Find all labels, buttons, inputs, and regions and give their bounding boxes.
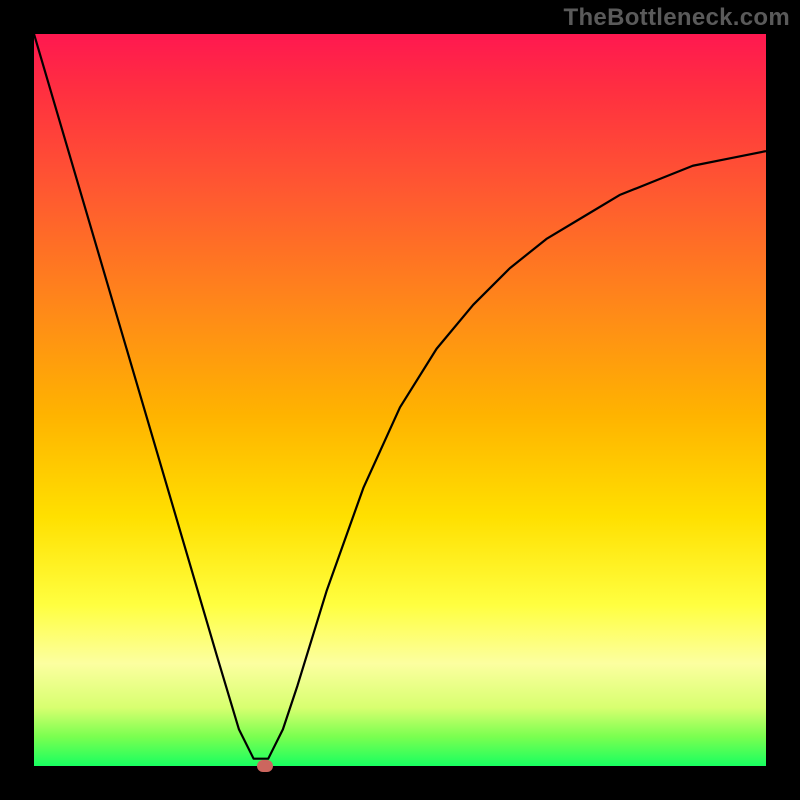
curve-svg bbox=[34, 34, 766, 766]
optimal-point-marker bbox=[257, 760, 273, 772]
watermark-label: TheBottleneck.com bbox=[564, 4, 790, 32]
bottleneck-curve-path bbox=[34, 34, 766, 759]
chart-frame: TheBottleneck.com bbox=[0, 0, 800, 800]
